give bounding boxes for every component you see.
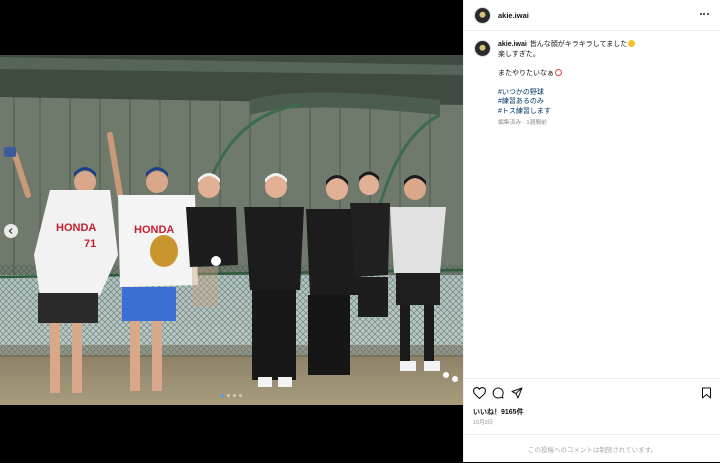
post-date[interactable]: 10月3日 bbox=[473, 418, 493, 426]
smile-emoji-icon bbox=[628, 40, 636, 47]
jersey-text-2: HONDA bbox=[134, 224, 174, 236]
edited-timestamp: 編集済み · 1週間前 bbox=[498, 120, 547, 126]
caption-line-2: 楽しすぎた。 bbox=[498, 50, 540, 58]
carousel-dot bbox=[227, 394, 230, 397]
jersey-text-1: HONDA bbox=[56, 222, 96, 234]
post-photo: HONDA 71 HONDA bbox=[0, 55, 463, 405]
carousel-dot bbox=[239, 394, 242, 397]
hashtag-link[interactable]: #トス練習します bbox=[498, 107, 635, 117]
header-username[interactable]: akie.iwai bbox=[498, 11, 529, 20]
like-count[interactable]: いいね！9165件 bbox=[473, 407, 524, 417]
caption-line-1: 皆んな顔がキラキラしてました bbox=[529, 41, 628, 48]
post-header: akie.iwai bbox=[464, 0, 720, 31]
media-pane: HONDA 71 HONDA bbox=[0, 0, 463, 462]
baseball-emoji-icon bbox=[555, 68, 562, 76]
share-button[interactable] bbox=[510, 386, 524, 400]
caption-username[interactable]: akie.iwai bbox=[498, 41, 527, 48]
comment-button[interactable] bbox=[491, 386, 505, 400]
chevron-left-icon bbox=[8, 228, 13, 234]
bookmark-icon bbox=[701, 387, 711, 398]
more-options-button[interactable] bbox=[697, 8, 711, 20]
avatar[interactable] bbox=[474, 6, 491, 24]
caption-avatar[interactable] bbox=[474, 40, 491, 57]
like-button[interactable] bbox=[472, 386, 486, 400]
carousel-prev-button[interactable] bbox=[4, 224, 18, 238]
comments-disabled-notice: この投稿へのコメントは制限されています。 bbox=[464, 434, 720, 463]
hashtag-link[interactable]: #いつかの野球 bbox=[498, 88, 635, 98]
comment-icon bbox=[492, 386, 504, 398]
heart-icon bbox=[472, 386, 486, 399]
more-dot bbox=[706, 13, 709, 15]
more-dot bbox=[703, 13, 705, 15]
carousel-dot bbox=[233, 394, 236, 397]
more-horizontal-icon bbox=[699, 13, 702, 15]
carousel-indicator bbox=[0, 394, 463, 397]
post-sidebar: akie.iwai akie.iwai 皆んな顔がキラキラしてました 楽しすぎた。… bbox=[463, 0, 720, 462]
action-bar bbox=[464, 378, 720, 406]
carousel-dot bbox=[221, 394, 224, 397]
jersey-number-1: 71 bbox=[84, 238, 96, 250]
share-icon bbox=[511, 387, 523, 398]
caption-line-3: またやりたいなぁ bbox=[498, 69, 554, 77]
save-button[interactable] bbox=[699, 386, 713, 400]
hashtag-link[interactable]: #練習あるのみ bbox=[498, 97, 635, 107]
caption-body: akie.iwai 皆んな顔がキラキラしてました 楽しすぎた。 またやりたいなぁ … bbox=[498, 40, 636, 129]
caption: akie.iwai 皆んな顔がキラキラしてました 楽しすぎた。 またやりたいなぁ … bbox=[464, 31, 720, 129]
